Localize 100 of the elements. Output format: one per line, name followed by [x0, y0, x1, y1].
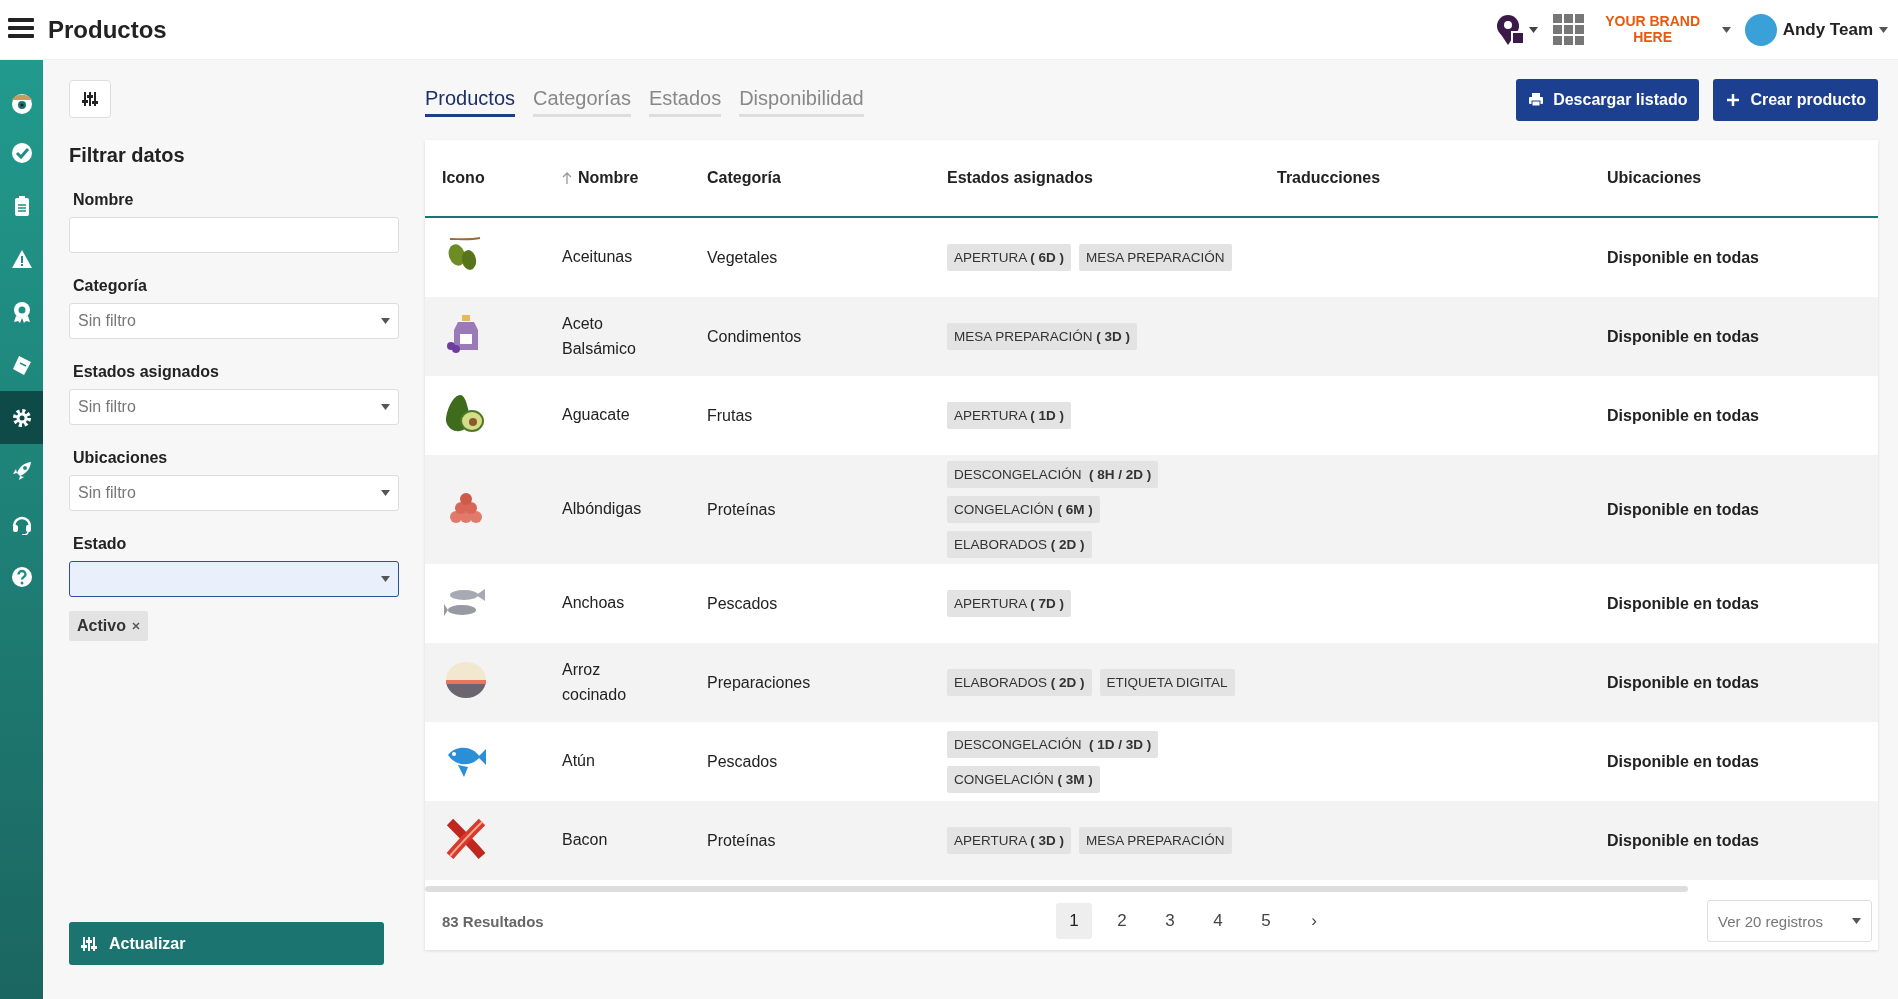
status-tag: ELABORADOS ( 2D ) [947, 669, 1092, 696]
page-button[interactable]: 2 [1104, 903, 1140, 939]
table-cell-text: Disponible en todas [1607, 406, 1760, 425]
plus-icon [1725, 92, 1742, 108]
table-cell-text: Vegetales [707, 248, 779, 267]
column-header[interactable]: Estados asignados [947, 169, 1093, 187]
table-cell-text: Preparaciones [707, 673, 812, 692]
filter-toggle-button[interactable] [69, 80, 111, 118]
select-placeholder: Sin filtro [78, 312, 136, 330]
brand-logo: YOUR BRAND HERE [1604, 14, 1702, 45]
select-placeholder: Sin filtro [78, 484, 136, 502]
table-cell-text: Disponible en todas [1607, 500, 1760, 519]
page-button[interactable]: 3 [1152, 903, 1188, 939]
tab[interactable]: Productos [425, 83, 516, 117]
close-icon[interactable] [131, 622, 140, 630]
table-cell-text: Disponible en todas [1607, 248, 1760, 267]
caret-icon [1879, 26, 1888, 33]
column-header[interactable]: Ubicaciones [1607, 169, 1702, 187]
table-cell-text: Atún [562, 751, 596, 772]
table-cell-text: Bacon [562, 830, 609, 851]
sort-arrow-icon[interactable] [562, 172, 572, 184]
table-cell-text: Pescados [707, 752, 779, 771]
field-label: Estados asignados [73, 363, 220, 381]
input-field[interactable] [69, 217, 399, 253]
scrollbar[interactable] [425, 886, 1688, 892]
status-tag: CONGELACIÓN ( 3M ) [947, 765, 1100, 793]
download-button[interactable]: Descargar listado [1516, 79, 1700, 121]
table-cell-text: Condimentos [707, 327, 803, 346]
field-label: Ubicaciones [73, 449, 169, 467]
column-header[interactable]: Icono [442, 169, 485, 187]
sidebar-item-active[interactable] [0, 391, 43, 444]
status-tag: ETIQUETA DIGITAL [1099, 669, 1235, 696]
table-cell-text: Pescados [707, 594, 779, 613]
caret-icon [381, 318, 390, 324]
sliders-icon [81, 935, 97, 952]
table-cell-text: Disponible en todas [1607, 327, 1760, 346]
select-field[interactable]: Sin filtro [69, 303, 399, 339]
table-cell-text: Albóndigas [562, 499, 643, 520]
status-tag: APERTURA ( 3D ) [947, 827, 1072, 854]
column-header[interactable]: Categoría [707, 169, 781, 187]
page-size-select[interactable]: Ver 20 registros [1707, 900, 1872, 942]
select-field[interactable] [69, 561, 399, 597]
status-tag: DESCONGELACIÓN ( 1D / 3D ) [947, 730, 1159, 758]
status-tag: MESA PREPARACIÓN [1079, 827, 1232, 854]
user-name[interactable]: Andy Team [1782, 19, 1873, 40]
table-cell-text: Aceto Balsámico [562, 313, 637, 359]
avatar [1744, 13, 1777, 46]
apps-grid-icon[interactable] [1552, 14, 1584, 45]
chip-label: Activo [77, 617, 126, 635]
select-value: Ver 20 registros [1718, 912, 1824, 930]
results-count: 83 Resultados [442, 912, 545, 930]
sliders-icon [82, 91, 98, 107]
table-cell-text: Disponible en todas [1607, 673, 1760, 692]
status-tag: ELABORADOS ( 2D ) [947, 531, 1092, 558]
location-pin-icon[interactable] [1494, 12, 1539, 47]
caret-icon [381, 490, 390, 496]
rocket-icon [10, 459, 33, 482]
field-label: Categoría [73, 277, 148, 295]
settings-icon [10, 406, 33, 429]
caret-icon [1721, 26, 1731, 33]
column-header[interactable]: Nombre [578, 169, 639, 187]
caret-icon [381, 576, 390, 582]
table-cell-text: Proteínas [707, 500, 777, 519]
table-cell-text: Disponible en todas [1607, 594, 1760, 613]
field-label: Nombre [73, 191, 135, 209]
ticket-icon [10, 353, 33, 376]
page-button[interactable]: 4 [1200, 903, 1236, 939]
printer-icon [1528, 92, 1545, 108]
table-cell-text: Disponible en todas [1607, 752, 1760, 771]
caret-icon [381, 404, 390, 410]
check-circle-icon [10, 141, 33, 164]
status-tag: DESCONGELACIÓN ( 8H / 2D ) [947, 461, 1159, 488]
table-cell-text: Disponible en todas [1607, 831, 1760, 850]
table-cell-text: Aguacate [562, 405, 631, 426]
page-button[interactable]: 5 [1248, 903, 1284, 939]
caret-icon [1852, 918, 1861, 924]
table-cell-text: Arroz cocinado [562, 659, 628, 705]
filter-heading: Filtrar datos [69, 144, 186, 167]
select-field[interactable]: Sin filtro [69, 389, 399, 425]
page-title: Productos [48, 15, 168, 44]
select-placeholder: Sin filtro [78, 398, 136, 416]
table-cell-text: Anchoas [562, 593, 626, 614]
select-field[interactable]: Sin filtro [69, 475, 399, 511]
page-button[interactable]: 1 [1056, 903, 1092, 939]
help-icon [10, 565, 33, 588]
status-tag: APERTURA ( 6D ) [947, 244, 1072, 271]
mascot-logo [10, 92, 33, 114]
table-cell-text: Frutas [707, 406, 754, 425]
status-tag: CONGELACIÓN ( 6M ) [947, 496, 1100, 523]
update-button[interactable]: Actualizar [69, 922, 384, 965]
status-tag: MESA PREPARACIÓN [1079, 244, 1232, 271]
status-tag: MESA PREPARACIÓN ( 3D ) [947, 323, 1138, 350]
table-cell-text: Aceitunas [562, 247, 634, 268]
create-button[interactable]: Crear producto [1713, 79, 1878, 121]
table-cell-text: Proteínas [707, 831, 777, 850]
column-header[interactable]: Traducciones [1277, 169, 1381, 187]
next-page-button[interactable]: › [1296, 903, 1332, 939]
field-label: Estado [73, 535, 128, 553]
status-tag: APERTURA ( 1D ) [947, 402, 1072, 429]
status-tag: APERTURA ( 7D ) [947, 590, 1072, 617]
